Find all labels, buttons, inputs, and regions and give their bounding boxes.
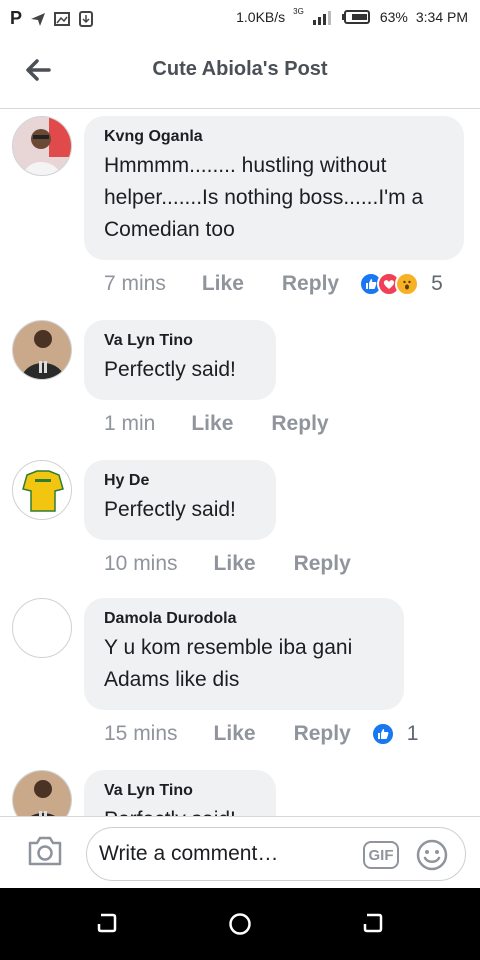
reactions[interactable] (370, 722, 395, 746)
avatar[interactable] (12, 770, 72, 816)
reply-button[interactable]: Reply (282, 272, 339, 296)
comment-author[interactable]: Va Lyn Tino (104, 332, 256, 350)
image-icon (54, 11, 71, 26)
comment-author[interactable]: Kvng Oganla (104, 128, 444, 146)
avatar[interactable] (12, 320, 72, 380)
like-reaction-icon (370, 722, 395, 746)
reply-button[interactable]: Reply (294, 552, 351, 576)
comment-author[interactable]: Hy De (104, 472, 256, 490)
reply-button[interactable]: Reply (271, 412, 328, 436)
comment-placeholder: Write a comment… (99, 842, 279, 865)
avatar-image (13, 117, 71, 175)
comment-actions: 10 mins Like Reply (104, 552, 371, 576)
gif-button[interactable]: GIF (363, 841, 399, 869)
comment-bubble[interactable]: Kvng Oganla Hmmmm........ hustling witho… (84, 116, 464, 260)
comment-text: Hmmmm........ hustling without helper...… (104, 154, 424, 241)
header: Cute Abiola's Post (0, 36, 480, 109)
signal-icon (312, 11, 331, 25)
avatar[interactable] (12, 460, 72, 520)
comment-time: 7 mins (104, 272, 166, 295)
avatar[interactable] (12, 116, 72, 176)
comment-actions: 15 mins Like Reply 1 (104, 722, 418, 746)
avatar-image (13, 771, 71, 816)
like-button[interactable]: Like (202, 272, 244, 296)
comment-bubble[interactable]: Damola Durodola Y u kom resemble iba gan… (84, 598, 404, 710)
comment-bubble[interactable]: Va Lyn Tino Perfectly said! (84, 320, 276, 400)
recent-apps-button[interactable] (96, 912, 118, 939)
reaction-count[interactable]: 1 (407, 722, 419, 746)
comment-text: Perfectly said! (104, 804, 256, 816)
avatar[interactable] (12, 598, 72, 658)
send-icon (31, 12, 46, 26)
back-system-button[interactable] (362, 912, 384, 939)
sticker-button[interactable] (415, 838, 449, 877)
recents-icon (97, 913, 117, 933)
comment-bubble[interactable]: Va Lyn Tino Perfectly said! (84, 770, 276, 816)
comment-composer: Write a comment… GIF (0, 816, 480, 889)
comment-actions: 7 mins Like Reply 5 (104, 272, 443, 296)
reactions[interactable] (359, 272, 420, 296)
battery-percent: 63% (379, 9, 408, 25)
battery-icon (341, 10, 370, 24)
p-notification-icon: P (10, 8, 23, 28)
smiley-icon (416, 839, 448, 871)
avatar-image (13, 321, 71, 379)
wow-reaction-icon (395, 272, 420, 296)
status-bar: P 1.0KB/s 3G 63% 3:34 PM (0, 0, 480, 36)
comment-author[interactable]: Va Lyn Tino (104, 782, 256, 800)
comment-author[interactable]: Damola Durodola (104, 610, 384, 628)
reaction-count[interactable]: 5 (431, 272, 443, 296)
comment-text: Perfectly said! (104, 358, 236, 381)
comment-bubble[interactable]: Hy De Perfectly said! (84, 460, 276, 540)
home-icon (229, 913, 251, 935)
like-button[interactable]: Like (191, 412, 233, 436)
comment-item: Va Lyn Tino Perfectly said! (0, 760, 480, 816)
comment-text: Y u kom resemble iba gani Adams like dis (104, 636, 353, 691)
network-speed: 1.0KB/s (236, 9, 286, 25)
system-navigation-bar (0, 888, 480, 960)
page-title: Cute Abiola's Post (152, 58, 328, 80)
like-button[interactable]: Like (214, 722, 256, 746)
system-back-icon (363, 913, 383, 933)
comment-time: 10 mins (104, 552, 178, 575)
camera-button[interactable] (26, 835, 64, 872)
comment-text: Perfectly said! (104, 498, 236, 521)
clock: 3:34 PM (415, 9, 468, 25)
comment-time: 1 min (104, 412, 156, 435)
camera-icon (28, 836, 62, 866)
download-icon (79, 10, 94, 27)
network-type: 3G (293, 6, 304, 16)
home-button[interactable] (228, 912, 252, 941)
comment-actions: 1 min Like Reply (104, 412, 349, 436)
avatar-image (13, 461, 71, 519)
comment-time: 15 mins (104, 722, 178, 745)
comment-input[interactable]: Write a comment… GIF (86, 827, 466, 881)
like-button[interactable]: Like (214, 552, 256, 576)
reply-button[interactable]: Reply (294, 722, 351, 746)
